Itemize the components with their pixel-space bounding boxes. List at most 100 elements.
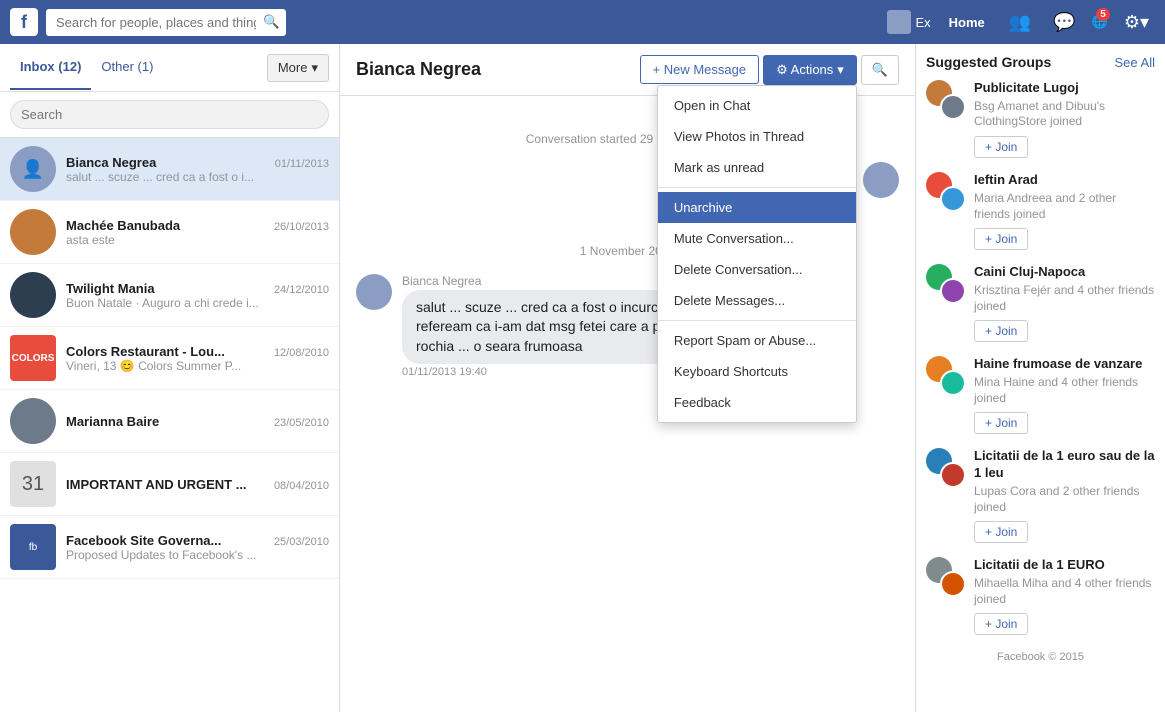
search-thread-button[interactable]: 🔍 — [861, 55, 899, 85]
global-search-input[interactable] — [46, 9, 286, 36]
msg-name: Bianca Negrea — [66, 155, 156, 170]
group-avatar — [926, 172, 966, 212]
group-item: Ieftin Arad Maria Andreea and 2 other fr… — [926, 172, 1155, 250]
msg-preview: asta este — [66, 233, 286, 247]
msg-header: Marianna Baire 23/05/2010 — [66, 414, 329, 429]
group-avatar — [926, 264, 966, 304]
dropdown-divider — [658, 187, 856, 188]
settings-icon[interactable]: ⚙▾ — [1118, 12, 1155, 33]
more-button[interactable]: More ▾ — [267, 54, 329, 82]
msg-name: Colors Restaurant - Lou... — [66, 344, 225, 359]
msg-date: 24/12/2010 — [274, 284, 329, 296]
search-wrap: 🔍 — [46, 9, 286, 36]
msg-preview: Vineri, 13 😊 Colors Summer P... — [66, 359, 286, 373]
group-info: Ieftin Arad Maria Andreea and 2 other fr… — [974, 172, 1155, 250]
msg-tabs: Inbox (12) Other (1) More ▾ — [0, 44, 339, 92]
dropdown-report-spam[interactable]: Report Spam or Abuse... — [658, 325, 856, 356]
msg-date: 01/11/2013 — [275, 158, 329, 170]
actions-label: ⚙ Actions — [776, 62, 833, 78]
list-item[interactable]: Marianna Baire 23/05/2010 — [0, 390, 339, 453]
group-name: Licitatii de la 1 EURO — [974, 557, 1155, 574]
list-item[interactable]: 31 IMPORTANT AND URGENT ... 08/04/2010 — [0, 453, 339, 516]
group-name: Haine frumoase de vanzare — [974, 356, 1155, 373]
group-avatar — [926, 80, 966, 120]
msg-content: Machée Banubada 26/10/2013 asta este — [66, 218, 329, 247]
msg-date: 12/08/2010 — [274, 347, 329, 359]
notifications-badge[interactable]: 🌐 5 — [1092, 14, 1108, 30]
dropdown-mute[interactable]: Mute Conversation... — [658, 223, 856, 254]
group-info: Haine frumoase de vanzare Mina Haine and… — [974, 356, 1155, 434]
global-search-button[interactable]: 🔍 — [263, 14, 280, 30]
join-button[interactable]: + Join — [974, 412, 1028, 434]
group-avatar — [926, 448, 966, 488]
msg-preview: Proposed Updates to Facebook's ... — [66, 548, 286, 562]
message-search-input[interactable] — [10, 100, 329, 129]
fb-footer: Facebook © 2015 — [926, 651, 1155, 663]
msg-name: Facebook Site Governa... — [66, 533, 221, 548]
list-item[interactable]: COLORS Colors Restaurant - Lou... 12/08/… — [0, 327, 339, 390]
dropdown-keyboard-shortcuts[interactable]: Keyboard Shortcuts — [658, 356, 856, 387]
group-item: Licitatii de la 1 euro sau de la 1 leu L… — [926, 448, 1155, 543]
msg-name: Marianna Baire — [66, 414, 159, 429]
right-sidebar: Suggested Groups See All Publicitate Lug… — [915, 44, 1165, 712]
join-button[interactable]: + Join — [974, 521, 1028, 543]
msg-content: IMPORTANT AND URGENT ... 08/04/2010 — [66, 477, 329, 492]
join-button[interactable]: + Join — [974, 613, 1028, 635]
actions-button[interactable]: ⚙ Actions ▾ — [763, 55, 857, 85]
msg-name: IMPORTANT AND URGENT ... — [66, 477, 247, 492]
msg-name: Machée Banubada — [66, 218, 180, 233]
nav-user[interactable]: Ex — [887, 10, 931, 34]
avatar: COLORS — [10, 335, 56, 381]
fb-logo[interactable]: f — [10, 8, 38, 36]
join-button[interactable]: + Join — [974, 320, 1028, 342]
messages-icon[interactable]: 💬 — [1047, 12, 1081, 33]
msg-header: Bianca Negrea 01/11/2013 — [66, 155, 329, 170]
other-tab-label: Other (1) — [101, 59, 153, 74]
dropdown-feedback[interactable]: Feedback — [658, 387, 856, 418]
chevron-down-icon: ▾ — [311, 60, 318, 76]
avatar — [863, 162, 899, 198]
messages-sidebar: Inbox (12) Other (1) More ▾ 👤 Bianca N — [0, 44, 340, 712]
msg-content: Facebook Site Governa... 25/03/2010 Prop… — [66, 533, 329, 562]
thread-title: Bianca Negrea — [356, 59, 640, 80]
notification-count: 5 — [1096, 8, 1110, 21]
dropdown-open-in-chat[interactable]: Open in Chat — [658, 90, 856, 121]
tab-inbox[interactable]: Inbox (12) — [10, 45, 91, 90]
see-all-link[interactable]: See All — [1115, 55, 1155, 70]
dropdown-unarchive[interactable]: Unarchive — [658, 192, 856, 223]
list-item[interactable]: fb Facebook Site Governa... 25/03/2010 P… — [0, 516, 339, 579]
dropdown-delete-conversation[interactable]: Delete Conversation... — [658, 254, 856, 285]
join-button[interactable]: + Join — [974, 136, 1028, 158]
dropdown-delete-messages[interactable]: Delete Messages... — [658, 285, 856, 316]
suggested-groups-header: Suggested Groups See All — [926, 54, 1155, 70]
group-name: Publicitate Lugoj — [974, 80, 1155, 97]
msg-content: Colors Restaurant - Lou... 12/08/2010 Vi… — [66, 344, 329, 373]
nav-right: Ex Home 👥 💬 🌐 5 ⚙▾ — [887, 10, 1156, 34]
msg-header: IMPORTANT AND URGENT ... 08/04/2010 — [66, 477, 329, 492]
list-item[interactable]: Machée Banubada 26/10/2013 asta este — [0, 201, 339, 264]
group-members: Lupas Cora and 2 other friends joined — [974, 484, 1155, 515]
join-button[interactable]: + Join — [974, 228, 1028, 250]
avatar — [10, 398, 56, 444]
group-info: Caini Cluj-Napoca Krisztina Fejér and 4 … — [974, 264, 1155, 342]
avatar — [10, 272, 56, 318]
friends-icon[interactable]: 👥 — [1003, 12, 1037, 33]
group-item: Caini Cluj-Napoca Krisztina Fejér and 4 … — [926, 264, 1155, 342]
group-info: Licitatii de la 1 euro sau de la 1 leu L… — [974, 448, 1155, 543]
list-item[interactable]: 👤 Bianca Negrea 01/11/2013 salut ... scu… — [0, 138, 339, 201]
msg-content: Twilight Mania 24/12/2010 Buon Natale · … — [66, 281, 329, 310]
home-link[interactable]: Home — [941, 15, 993, 30]
tab-other[interactable]: Other (1) — [91, 45, 163, 90]
group-members: Mihaella Miha and 4 other friends joined — [974, 576, 1155, 607]
dropdown-view-photos[interactable]: View Photos in Thread — [658, 121, 856, 152]
msg-date: 23/05/2010 — [274, 417, 329, 429]
msg-name: Twilight Mania — [66, 281, 155, 296]
list-item[interactable]: Twilight Mania 24/12/2010 Buon Natale · … — [0, 264, 339, 327]
group-members: Krisztina Fejér and 4 other friends join… — [974, 283, 1155, 314]
message-thread: Bianca Negrea + New Message ⚙ Actions ▾ … — [340, 44, 915, 712]
msg-header: Twilight Mania 24/12/2010 — [66, 281, 329, 296]
new-message-button[interactable]: + New Message — [640, 55, 760, 84]
nav-user-name: Ex — [916, 15, 931, 30]
thread-actions: + New Message ⚙ Actions ▾ Open in Chat V… — [640, 55, 899, 85]
dropdown-mark-unread[interactable]: Mark as unread — [658, 152, 856, 183]
